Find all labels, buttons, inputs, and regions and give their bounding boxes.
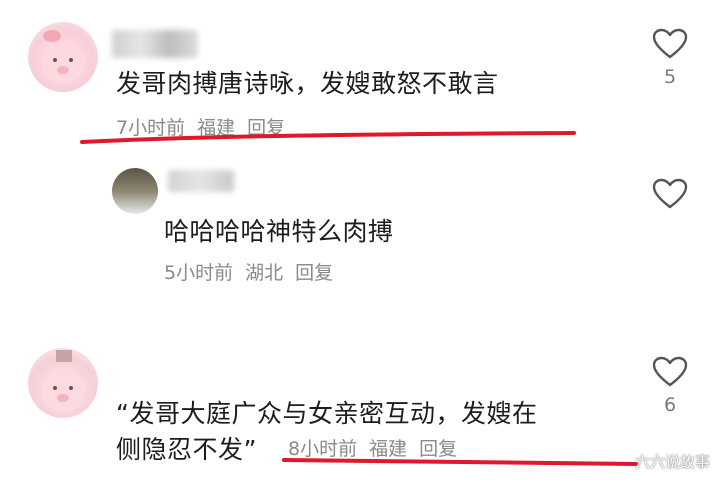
pig-face-icon bbox=[41, 30, 85, 84]
avatar[interactable] bbox=[28, 348, 98, 418]
comment-text-line2: 侧隐忍不发” bbox=[116, 435, 257, 464]
like-count: 6 bbox=[663, 394, 677, 416]
comment-location: 湖北 bbox=[245, 262, 284, 284]
avatar[interactable] bbox=[112, 168, 158, 214]
comment-text: 发哥肉搏唐诗咏，发嫂敢怒不敢言 bbox=[116, 69, 499, 98]
like-button[interactable] bbox=[648, 178, 692, 210]
comment-text-line1: “发哥大庭广众与女亲密互动，发嫂在 bbox=[116, 399, 538, 428]
like-button[interactable]: 5 bbox=[648, 28, 692, 88]
heart-outline-icon bbox=[652, 28, 688, 59]
red-underline bbox=[282, 458, 638, 466]
comment-text: 哈哈哈哈神特么肉搏 bbox=[164, 217, 394, 246]
heart-outline-icon bbox=[652, 356, 688, 387]
blurred-username bbox=[168, 170, 234, 192]
like-button[interactable]: 6 bbox=[648, 356, 692, 416]
comment-meta: 5小时前 湖北 回复 bbox=[164, 258, 345, 285]
like-count: 5 bbox=[663, 66, 677, 88]
comment-time: 5小时前 bbox=[164, 262, 234, 284]
watermark: 六六说故事 bbox=[634, 453, 710, 471]
red-underline bbox=[80, 131, 576, 144]
pig-face-icon bbox=[41, 350, 85, 412]
heart-outline-icon bbox=[652, 178, 688, 209]
reply-button[interactable]: 回复 bbox=[295, 262, 333, 284]
avatar[interactable] bbox=[28, 22, 98, 92]
blurred-username bbox=[112, 30, 198, 58]
